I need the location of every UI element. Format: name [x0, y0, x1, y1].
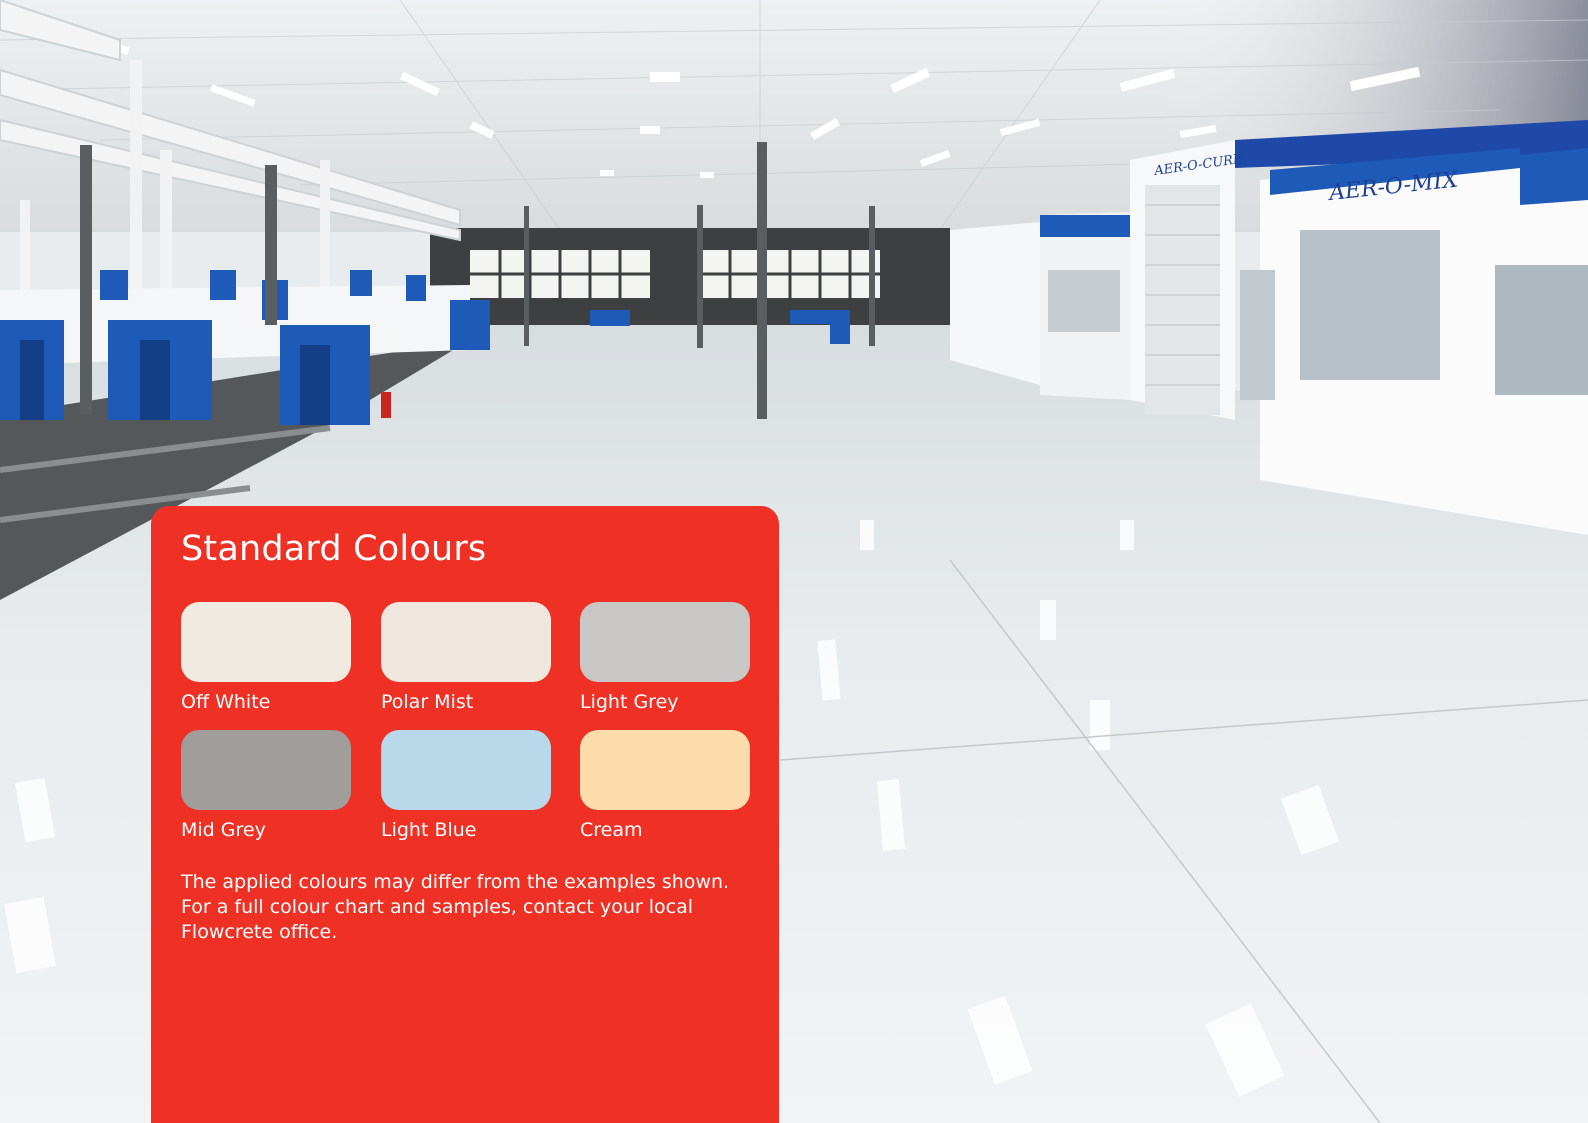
swatch-item-mid-grey: Mid Grey — [181, 730, 351, 842]
swatch-label: Cream — [580, 819, 643, 841]
swatch-light-blue — [381, 730, 551, 810]
swatch-light-grey — [580, 602, 750, 682]
swatch-polar-mist — [381, 602, 551, 682]
swatch-item-cream: Cream — [580, 730, 750, 842]
swatch-mid-grey — [181, 730, 351, 810]
brochure-page: AER-O-MIX AER-O-CURE Standard Colours Of… — [0, 0, 1588, 1123]
standard-colours-panel: Standard Colours Off White Polar Mist Li… — [151, 506, 779, 1123]
colour-disclaimer: The applied colours may differ from the … — [181, 870, 741, 945]
swatch-cream — [580, 730, 750, 810]
swatch-off-white — [181, 602, 351, 682]
swatch-label: Off White — [181, 691, 271, 713]
swatch-item-polar-mist: Polar Mist — [381, 602, 551, 714]
swatch-item-light-blue: Light Blue — [381, 730, 551, 842]
swatch-label: Mid Grey — [181, 819, 266, 841]
swatch-label: Light Grey — [580, 691, 679, 713]
disclaimer-line: Flowcrete office. — [181, 921, 338, 943]
panel-title: Standard Colours — [181, 529, 487, 569]
swatch-item-off-white: Off White — [181, 602, 351, 714]
swatch-label: Light Blue — [381, 819, 477, 841]
swatch-item-light-grey: Light Grey — [580, 602, 750, 714]
disclaimer-line: The applied colours may differ from the … — [181, 871, 730, 893]
swatch-label: Polar Mist — [381, 691, 474, 713]
disclaimer-line: For a full colour chart and samples, con… — [181, 896, 694, 918]
